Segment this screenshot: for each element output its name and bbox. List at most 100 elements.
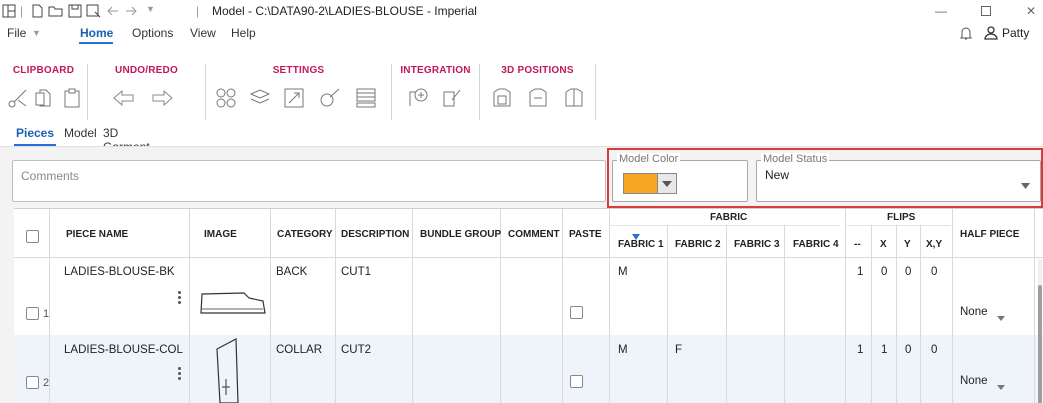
save-as-icon[interactable] bbox=[86, 4, 102, 18]
redo-small-icon[interactable] bbox=[124, 4, 138, 18]
flip-x: 0 bbox=[881, 266, 888, 278]
settings-grid-icon[interactable] bbox=[212, 84, 240, 112]
piece-back-image bbox=[199, 289, 267, 318]
edit-settings-icon[interactable] bbox=[316, 84, 344, 112]
more-options-icon[interactable] bbox=[178, 367, 182, 382]
close-icon[interactable]: ✕ bbox=[1021, 2, 1041, 20]
col-flip-none[interactable]: -- bbox=[854, 239, 861, 250]
col-fabric-2[interactable]: FABRIC 2 bbox=[675, 239, 721, 250]
save-icon[interactable] bbox=[68, 4, 82, 18]
model-color-field: Model Color bbox=[612, 153, 748, 202]
color-swatch[interactable] bbox=[624, 174, 658, 193]
col-description[interactable]: DESCRIPTION bbox=[341, 229, 409, 240]
col-category[interactable]: CATEGORY bbox=[277, 229, 333, 240]
chevron-down-icon[interactable] bbox=[997, 310, 1005, 324]
select-all-checkbox[interactable] bbox=[26, 230, 39, 243]
col-comment[interactable]: COMMENT bbox=[508, 229, 560, 240]
quick-access-dropdown-icon[interactable]: ▼ bbox=[146, 4, 155, 14]
shirt-side-icon[interactable] bbox=[560, 84, 588, 112]
edit-integration-icon[interactable] bbox=[438, 84, 466, 112]
paste-checkbox[interactable] bbox=[570, 306, 583, 319]
menu-home[interactable]: Home bbox=[80, 26, 113, 40]
flip-xy: 0 bbox=[931, 266, 938, 278]
menu-file[interactable]: File bbox=[7, 26, 26, 40]
undo-redo-group: UNDO/REDO bbox=[88, 64, 206, 120]
paste-checkbox[interactable] bbox=[570, 375, 583, 388]
maximize-icon[interactable] bbox=[976, 2, 996, 20]
row-checkbox[interactable] bbox=[26, 376, 39, 389]
col-group-fabric: FABRIC bbox=[710, 212, 748, 223]
separator: | bbox=[20, 4, 24, 18]
col-half-piece[interactable]: HALF PIECE bbox=[960, 229, 1019, 240]
col-divider bbox=[49, 209, 50, 403]
file-dropdown-icon[interactable]: ▼ bbox=[32, 28, 41, 38]
col-divider bbox=[609, 209, 610, 403]
col-group-flips: FLIPS bbox=[887, 212, 916, 223]
menu-help[interactable]: Help bbox=[231, 26, 256, 40]
menu-bar: File ▼ Home Options View Help Patty bbox=[0, 24, 1043, 44]
undo-icon[interactable] bbox=[110, 84, 138, 112]
menu-options[interactable]: Options bbox=[132, 26, 173, 40]
model-color-picker[interactable] bbox=[623, 173, 677, 194]
col-fabric-1[interactable]: FABRIC 1 bbox=[618, 239, 664, 250]
app-layout-icon[interactable] bbox=[2, 4, 16, 18]
col-flip-y[interactable]: Y bbox=[904, 239, 911, 250]
fabric-1: M bbox=[618, 266, 628, 278]
half-piece-value[interactable]: None bbox=[960, 375, 988, 387]
shirt-front-icon[interactable] bbox=[488, 84, 516, 112]
active-menu-indicator bbox=[79, 42, 113, 44]
redo-icon[interactable] bbox=[148, 84, 176, 112]
chevron-down-icon[interactable] bbox=[997, 379, 1005, 393]
chevron-down-icon[interactable] bbox=[1021, 178, 1030, 192]
col-divider bbox=[667, 225, 668, 403]
vertical-scrollbar[interactable] bbox=[1038, 259, 1042, 403]
piece-name: LADIES-BLOUSE-BK bbox=[64, 266, 175, 278]
flip-x: 1 bbox=[881, 344, 888, 356]
more-options-icon[interactable] bbox=[178, 291, 182, 306]
tab-pieces[interactable]: Pieces bbox=[16, 126, 54, 140]
copy-icon[interactable] bbox=[30, 84, 58, 112]
half-piece-value[interactable]: None bbox=[960, 306, 988, 318]
layers-icon[interactable] bbox=[246, 84, 274, 112]
col-divider bbox=[1034, 209, 1035, 403]
fabric-group-divider bbox=[610, 225, 840, 226]
paste-icon[interactable] bbox=[58, 84, 86, 112]
col-fabric-4[interactable]: FABRIC 4 bbox=[793, 239, 839, 250]
menu-view[interactable]: View bbox=[190, 26, 216, 40]
header-divider bbox=[14, 257, 1043, 258]
model-status-field[interactable]: Model Status New bbox=[756, 153, 1041, 202]
add-integration-icon[interactable] bbox=[404, 84, 432, 112]
cut-icon[interactable] bbox=[4, 84, 32, 112]
settings-group-title: SETTINGS bbox=[272, 65, 325, 76]
row-number: 2 bbox=[43, 377, 50, 389]
col-divider bbox=[562, 209, 563, 403]
bell-icon[interactable] bbox=[959, 26, 973, 44]
user-icon[interactable] bbox=[984, 26, 998, 43]
col-bundle-group[interactable]: BUNDLE GROUP bbox=[420, 229, 501, 240]
minimize-icon[interactable]: — bbox=[931, 2, 951, 20]
integration-group: INTEGRATION bbox=[392, 64, 480, 120]
col-piece-name[interactable]: PIECE NAME bbox=[66, 229, 128, 240]
new-file-icon[interactable] bbox=[30, 4, 44, 18]
tab-model[interactable]: Model bbox=[64, 126, 97, 140]
shirt-back-icon[interactable] bbox=[524, 84, 552, 112]
user-name[interactable]: Patty bbox=[1002, 26, 1029, 40]
scrollbar-thumb[interactable] bbox=[1038, 285, 1042, 403]
undo-small-icon[interactable] bbox=[106, 4, 120, 18]
col-flip-x[interactable]: X bbox=[880, 239, 887, 250]
resize-icon[interactable] bbox=[280, 84, 308, 112]
col-flip-xy[interactable]: X,Y bbox=[926, 239, 942, 250]
col-image[interactable]: IMAGE bbox=[204, 229, 237, 240]
model-status-value: New bbox=[765, 168, 790, 182]
ribbon: CLIPBOARD UNDO/REDO SETTINGS INTEGRATION… bbox=[0, 64, 600, 124]
open-folder-icon[interactable] bbox=[48, 4, 64, 18]
col-paste[interactable]: PASTE bbox=[569, 229, 602, 240]
comments-input[interactable]: Comments bbox=[12, 160, 606, 202]
fabric-1: M bbox=[618, 344, 628, 356]
col-fabric-3[interactable]: FABRIC 3 bbox=[734, 239, 780, 250]
table-ruler-icon[interactable] bbox=[352, 84, 380, 112]
row-checkbox[interactable] bbox=[26, 307, 39, 320]
chevron-down-icon[interactable] bbox=[657, 174, 676, 193]
piece-collar-image bbox=[214, 337, 244, 403]
separator: | bbox=[196, 4, 200, 18]
